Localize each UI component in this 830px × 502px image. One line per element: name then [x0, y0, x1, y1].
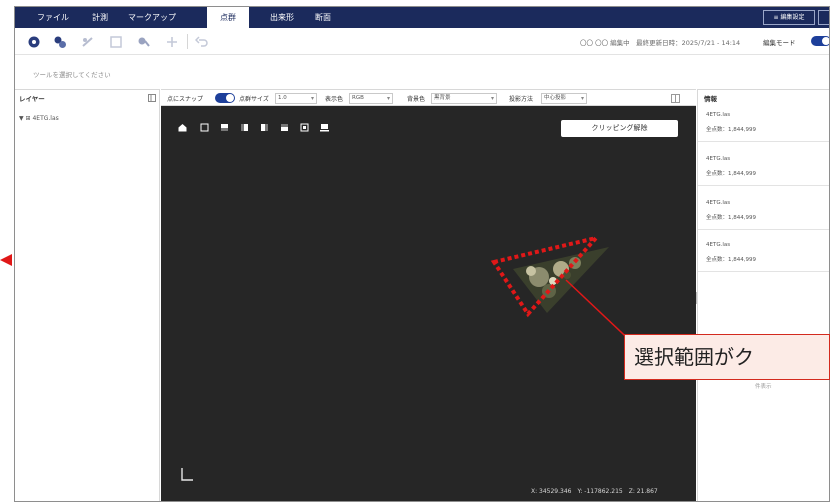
info-panel: 情報 4ETG.las 全点数：1,844,999 4ETG.las 全点数：1…	[697, 89, 829, 501]
info-card[interactable]: 4ETG.las 全点数：1,844,999	[698, 235, 829, 272]
info-card[interactable]: 4ETG.las 全点数：1,844,999	[698, 149, 829, 186]
edit-status: 〇〇 〇〇 編集中 最終更新日時：2025/7/21 - 14:14	[580, 39, 741, 47]
tool-hint: ツールを選択してください	[33, 71, 111, 79]
tab-markup[interactable]: マークアップ	[123, 7, 181, 28]
info-file-name: 4ETG.las	[706, 242, 731, 248]
color-label: 表示色	[325, 96, 344, 103]
layers-panel: レイヤー ▼ ⊞ 4ETG.las	[15, 89, 160, 501]
back-view-icon[interactable]	[240, 123, 249, 132]
layers-title: レイヤー	[19, 95, 45, 103]
info-point-count: 全点数：1,844,999	[706, 215, 756, 221]
red-arrow-icon	[0, 254, 12, 266]
projection-select[interactable]: 中心投影	[541, 93, 587, 104]
menu-bar: ファイル 計測 マークアップ 点群 出来形 断面 ≡ 編集設定	[15, 7, 829, 28]
toolbar-divider	[187, 34, 188, 49]
clipping-release-button[interactable]: クリッピング解除	[561, 120, 678, 137]
snap-toggle[interactable]	[215, 93, 235, 103]
point-cloud	[513, 247, 609, 313]
point-select-icon[interactable]	[27, 35, 41, 49]
front-view-icon[interactable]	[220, 123, 229, 132]
info-card[interactable]: 4ETG.las 全点数：1,844,999	[698, 193, 829, 230]
background-label: 背景色	[407, 96, 426, 103]
left-view-icon[interactable]	[260, 123, 269, 132]
edit-mode-toggle[interactable]	[811, 36, 829, 46]
tab-file[interactable]: ファイル	[27, 7, 79, 28]
projection-label: 投影方法	[509, 96, 534, 103]
info-card[interactable]: 4ETG.las 全点数：1,844,999	[698, 105, 829, 142]
right-view-icon[interactable]	[280, 123, 289, 132]
color-select[interactable]: RGB	[349, 93, 393, 104]
point-size-label: 点群サイズ	[239, 96, 269, 103]
edit-settings-button[interactable]: ≡ 編集設定	[763, 10, 815, 25]
annotation-callout: 選択範囲がク	[624, 334, 830, 380]
tab-measure[interactable]: 計測	[85, 7, 115, 28]
info-footer: 件表示	[755, 384, 772, 390]
layer-item[interactable]: ▼ ⊞ 4ETG.las	[19, 115, 59, 122]
cursor-coordinates: X: 34529.346 Y: -117862.215 Z: 21.867	[531, 488, 658, 495]
info-file-name: 4ETG.las	[706, 200, 731, 206]
tab-section[interactable]: 断面	[305, 7, 341, 28]
line-select-icon[interactable]	[81, 35, 95, 49]
info-point-count: 全点数：1,844,999	[706, 127, 756, 133]
tab-pointcloud[interactable]: 点群	[207, 7, 249, 28]
info-title: 情報	[704, 95, 717, 103]
info-point-count: 全点数：1,844,999	[706, 257, 756, 263]
point-size-select[interactable]: 1.0	[275, 93, 317, 104]
layout-icon[interactable]	[671, 94, 680, 103]
collapse-panel-icon[interactable]	[148, 94, 156, 102]
undo-icon[interactable]	[195, 35, 209, 49]
ortho-view-icon[interactable]	[320, 123, 329, 132]
app-window: ファイル 計測 マークアップ 点群 出来形 断面 ≡ 編集設定 〇〇 〇〇 編集…	[14, 6, 830, 502]
polygon-select-icon[interactable]	[109, 35, 123, 49]
info-point-count: 全点数：1,844,999	[706, 171, 756, 177]
add-point-icon[interactable]	[165, 35, 179, 49]
edit-mode-label: 編集モード	[763, 39, 796, 47]
info-file-name: 4ETG.las	[706, 156, 731, 162]
tab-asbuilt[interactable]: 出来形	[261, 7, 303, 28]
toolbar: 〇〇 〇〇 編集中 最終更新日時：2025/7/21 - 14:14 編集モード	[15, 28, 829, 55]
more-button[interactable]	[818, 10, 829, 25]
home-view-icon[interactable]	[178, 123, 187, 132]
snap-label: 点にスナップ	[167, 96, 204, 103]
background-select[interactable]: 黒背景	[431, 93, 497, 104]
cut-icon[interactable]	[137, 35, 151, 49]
area-select-icon[interactable]	[53, 35, 67, 49]
bottom-view-icon[interactable]	[300, 123, 309, 132]
top-view-icon[interactable]	[200, 123, 209, 132]
viewer-options-bar: 点にスナップ 点群サイズ 1.0 表示色 RGB 背景色 黒背景 投影方法 中心…	[161, 89, 696, 106]
info-file-name: 4ETG.las	[706, 112, 731, 118]
point-cloud-viewport[interactable]: クリッピング解除 X: 34529.346 Y: -117862.215 Z: …	[161, 106, 696, 501]
axis-indicator-icon	[181, 468, 193, 481]
